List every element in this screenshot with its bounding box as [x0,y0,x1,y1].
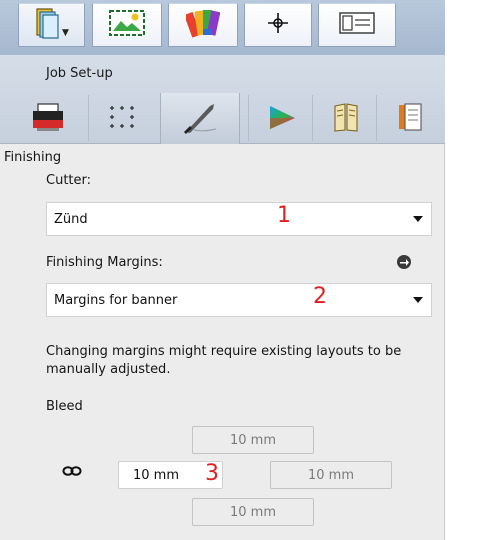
job-setup-panel: ▼ Job Set-up Finishing Cutter: Zünd 1 Fi… [0,0,445,540]
section-title: Job Set-up [46,66,113,81]
document-page-icon [397,102,423,136]
tab-layout[interactable] [318,3,396,47]
chevron-down-icon: ▼ [62,28,69,38]
booklet-icon [332,102,360,136]
subtab-finishing[interactable] [160,93,240,144]
finishing-margins-label: Finishing Margins: [46,255,163,270]
chevron-down-icon[interactable] [413,297,423,303]
separator [376,95,377,141]
document-dropdown-icon [34,7,60,43]
bleed-right-field[interactable]: 10 mm [270,461,392,489]
bleed-bottom-field[interactable]: 10 mm [192,498,314,526]
finishing-margins-value: Margins for banner [54,292,178,308]
bleed-left-value: 10 mm [133,467,180,483]
tab-image-tile[interactable] [92,3,162,47]
knife-icon [180,100,220,138]
finishing-margins-select[interactable]: Margins for banner 2 [46,283,432,317]
link-chain-icon[interactable] [62,465,82,481]
layout-panel-icon [339,12,375,38]
callout-1: 1 [277,203,291,228]
edit-margins-icon[interactable] [396,254,412,274]
callout-2: 2 [313,284,327,309]
tab-color[interactable] [168,3,238,47]
section-header: Job Set-up [0,55,445,144]
image-tile-icon [109,10,145,40]
subtab-marks[interactable] [96,93,148,144]
finishing-title: Finishing [4,150,62,165]
crosshair-icon [267,12,289,38]
callout-3: 3 [205,461,219,486]
color-palette-icon [184,7,221,43]
subtab-document[interactable] [384,93,436,144]
bleed-label: Bleed [46,399,83,414]
subtab-printer[interactable] [22,93,74,144]
bleed-top-field[interactable]: 10 mm [192,426,314,454]
top-toolbar: ▼ [0,0,445,55]
cutter-value: Zünd [54,211,88,227]
color-triangle-icon [267,104,297,134]
grid-marks-icon [107,104,137,134]
cutter-select[interactable]: Zünd 1 [46,202,432,236]
separator [248,95,249,141]
printer-icon [31,102,65,136]
tab-marks[interactable] [244,3,312,47]
tab-document[interactable]: ▼ [18,3,85,47]
subtab-booklet[interactable] [320,93,372,144]
cutter-label: Cutter: [46,173,92,188]
separator [88,95,89,141]
margins-warning-text: Changing margins might require existing … [46,344,402,377]
subtab-color[interactable] [256,93,308,144]
chevron-down-icon[interactable] [413,216,423,222]
separator [312,95,313,141]
